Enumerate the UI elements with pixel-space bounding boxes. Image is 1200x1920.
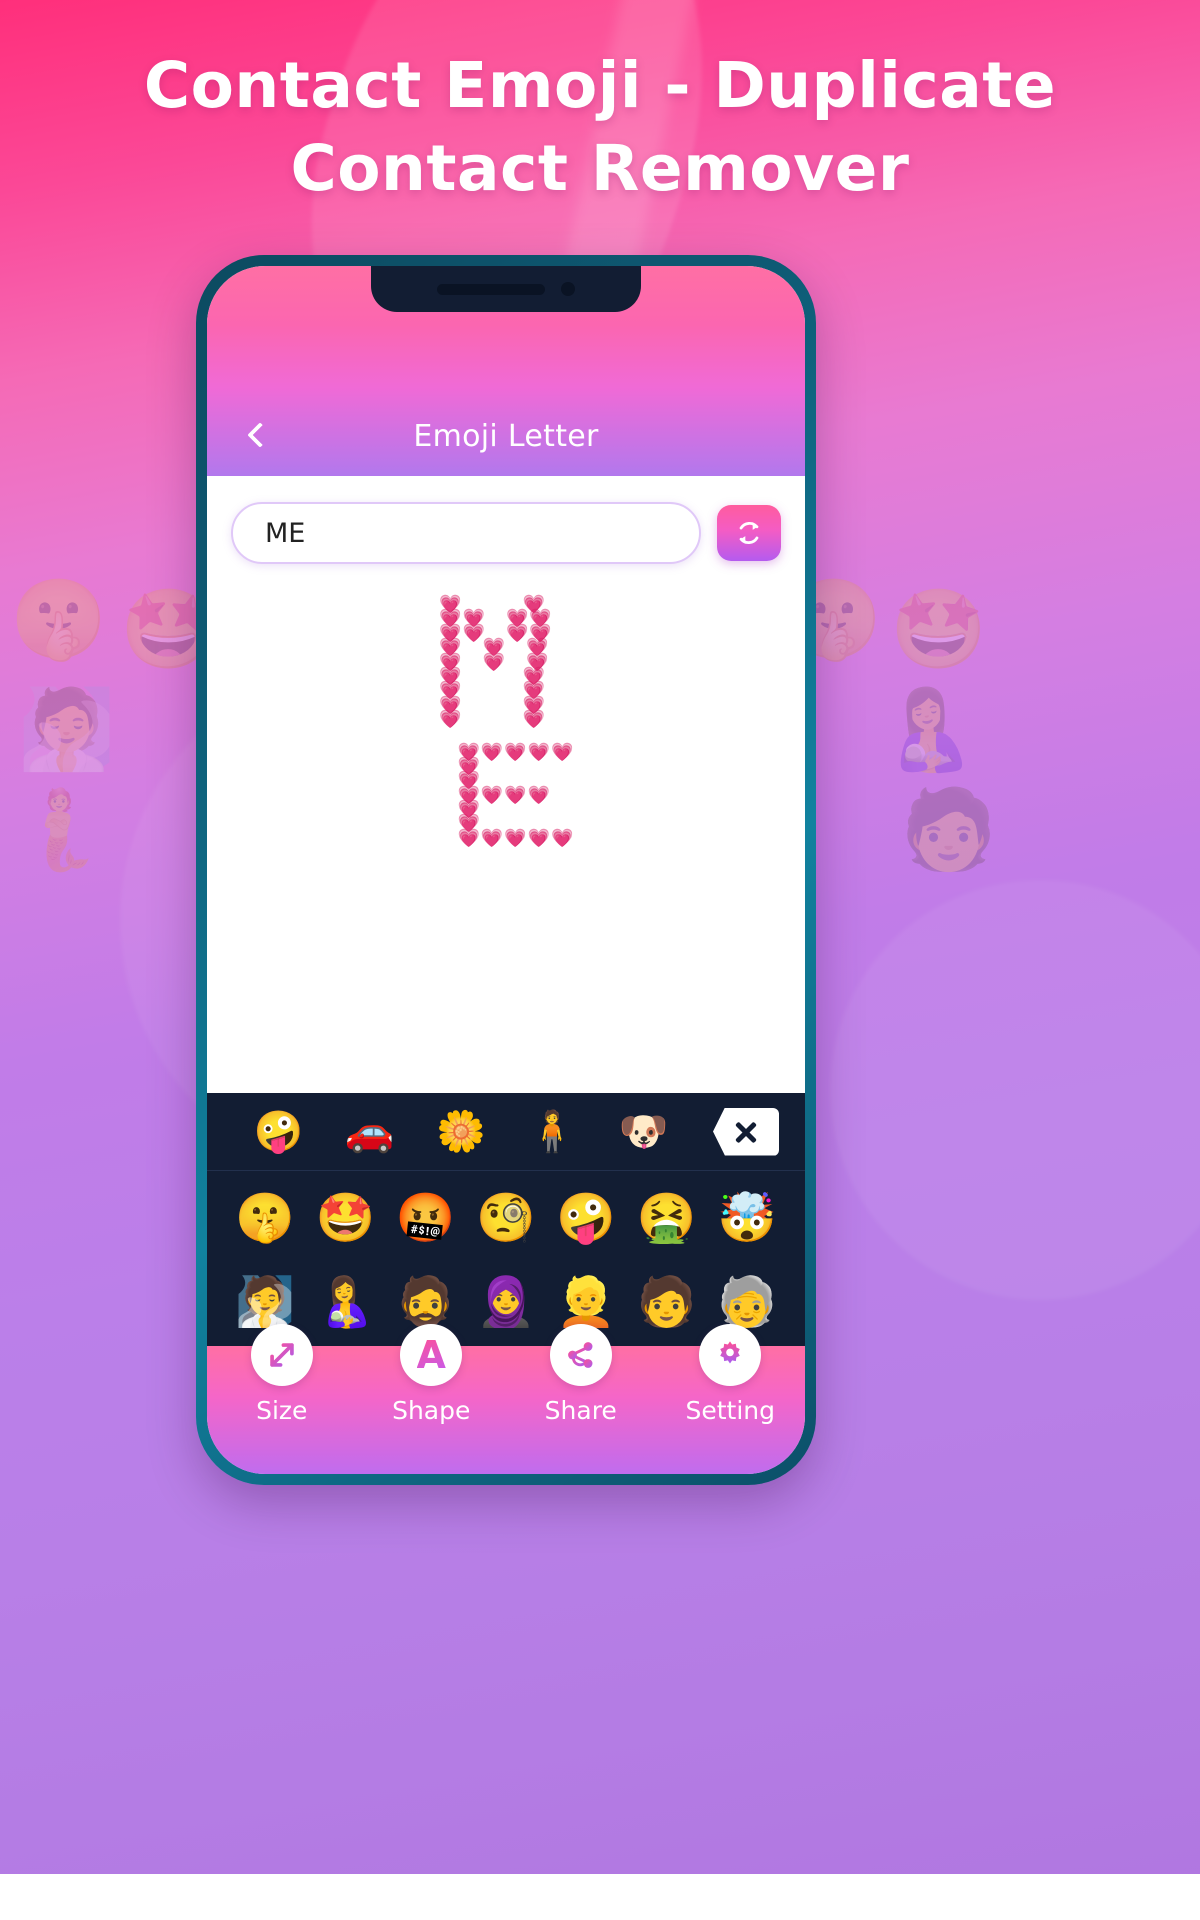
- emoji-letter-art: 💗 💗 💗💗 💗💗 💗💗 💗💗 💗 💗 💗 💗 💗 💗 💗 💗 💗 💗 💗 💗 …: [207, 594, 805, 849]
- tool-shape-label: Shape: [392, 1396, 471, 1425]
- background-emoji: 🧖: [18, 685, 116, 773]
- emoji-face-with-monocle[interactable]: 🧐: [466, 1195, 546, 1243]
- background-emoji: 🧑: [900, 785, 998, 873]
- backspace-x-icon: [733, 1119, 759, 1145]
- background-shape-3: [830, 880, 1200, 1300]
- tool-setting[interactable]: Setting: [670, 1324, 790, 1425]
- emoji-face-vomiting[interactable]: 🤮: [626, 1195, 706, 1243]
- category-nature[interactable]: 🌼: [415, 1112, 506, 1152]
- emoji-category-bar: 🤪 🚗 🌼 🧍 🐶: [207, 1093, 805, 1171]
- emoji-shushing-face[interactable]: 🤫: [225, 1195, 305, 1243]
- category-people[interactable]: 🧍: [507, 1112, 598, 1152]
- emoji-breast-feeding[interactable]: 🤱: [305, 1279, 385, 1327]
- emoji-exploding-head[interactable]: 🤯: [707, 1195, 787, 1243]
- phone-notch: [371, 266, 641, 312]
- phone-screen: Emoji Letter ME 💗 💗 💗💗 💗💗 💗💗 💗💗 💗 💗 💗 💗 …: [207, 266, 805, 1474]
- category-travel[interactable]: 🚗: [324, 1112, 415, 1152]
- tool-setting-circle: [699, 1324, 762, 1386]
- tool-shape-circle: A: [400, 1324, 463, 1386]
- tool-size-label: Size: [256, 1396, 308, 1425]
- category-animals[interactable]: 🐶: [598, 1112, 689, 1152]
- emoji-zany-face[interactable]: 🤪: [546, 1195, 626, 1243]
- gear-icon: [720, 1341, 741, 1364]
- editor-canvas: ME 💗 💗 💗💗 💗💗 💗💗 💗💗 💗 💗 💗 💗 💗 💗 💗 💗 💗 💗 💗…: [207, 476, 805, 1093]
- resize-arrows-icon: [269, 1343, 294, 1367]
- letter-art-e: 💗💗💗💗💗 💗 💗 💗💗💗💗 💗 💗 💗💗💗💗💗: [457, 741, 575, 849]
- page-title: Emoji Letter: [413, 419, 599, 454]
- tool-size-circle: [250, 1324, 313, 1386]
- refresh-button[interactable]: [717, 505, 781, 561]
- background-emoji: 🧜: [10, 785, 108, 873]
- tool-share-label: Share: [544, 1396, 617, 1425]
- refresh-sync-icon: [739, 521, 759, 545]
- emoji-grid-row: 🧖 🤱 🧔 🧕 👱 🧑 🧓: [225, 1261, 787, 1345]
- emoji-person-in-steamy-room[interactable]: 🧖: [225, 1279, 305, 1327]
- emoji-face-with-symbols-on-mouth[interactable]: 🤬: [386, 1195, 466, 1243]
- letter-a-icon: A: [416, 1333, 446, 1377]
- phone-mockup: Emoji Letter ME 💗 💗 💗💗 💗💗 💗💗 💗💗 💗 💗 💗 💗 …: [196, 255, 816, 1485]
- bottom-toolbar: Size A Shape Share Setting: [207, 1324, 805, 1474]
- tool-size[interactable]: Size: [222, 1324, 342, 1425]
- front-camera: [561, 282, 575, 296]
- backspace-button[interactable]: [713, 1107, 779, 1156]
- background-emoji: 🤱: [880, 685, 978, 773]
- emoji-person[interactable]: 🧑: [626, 1279, 706, 1327]
- background-emoji: 🤩: [890, 585, 988, 673]
- chevron-left-icon: [247, 422, 273, 448]
- letter-art-m: 💗 💗 💗💗 💗💗 💗💗 💗💗 💗 💗 💗 💗 💗 💗 💗 💗 💗 💗 💗 💗 …: [439, 594, 553, 731]
- background-emoji: 🤫: [10, 575, 108, 663]
- emoji-bearded-person[interactable]: 🧔: [386, 1279, 466, 1327]
- tool-share-circle: [549, 1324, 612, 1386]
- back-button[interactable]: [237, 412, 283, 458]
- emoji-grid: 🤫 🤩 🤬 🧐 🤪 🤮 🤯 🧖 🤱 🧔 🧕 👱 🧑 🧓: [207, 1171, 805, 1346]
- text-input[interactable]: ME: [231, 502, 701, 564]
- emoji-grid-row: 🤫 🤩 🤬 🧐 🤪 🤮 🤯: [225, 1177, 787, 1261]
- input-row: ME: [207, 502, 805, 564]
- promo-stage: 🤫 🤩 🧖 🧜 🤫 🤩 🤱 🧑 Contact Emoji - Duplicate Conta…: [0, 0, 1200, 1920]
- emoji-star-struck[interactable]: 🤩: [305, 1195, 385, 1243]
- emoji-person-with-headscarf[interactable]: 🧕: [466, 1279, 546, 1327]
- emoji-older-person[interactable]: 🧓: [707, 1279, 787, 1327]
- share-nodes-icon: [567, 1342, 593, 1368]
- headline-line-2: Contact Remover: [290, 132, 910, 206]
- emoji-blond-haired-person[interactable]: 👱: [546, 1279, 626, 1327]
- headline-line-1: Contact Emoji - Duplicate: [143, 49, 1057, 122]
- promo-headline: Contact Emoji - Duplicate Contact Remove…: [0, 44, 1200, 210]
- tool-shape[interactable]: A Shape: [371, 1324, 491, 1425]
- tool-share[interactable]: Share: [521, 1324, 641, 1425]
- tool-setting-label: Setting: [685, 1396, 775, 1425]
- earpiece-speaker: [437, 283, 545, 295]
- category-smileys[interactable]: 🤪: [233, 1112, 324, 1152]
